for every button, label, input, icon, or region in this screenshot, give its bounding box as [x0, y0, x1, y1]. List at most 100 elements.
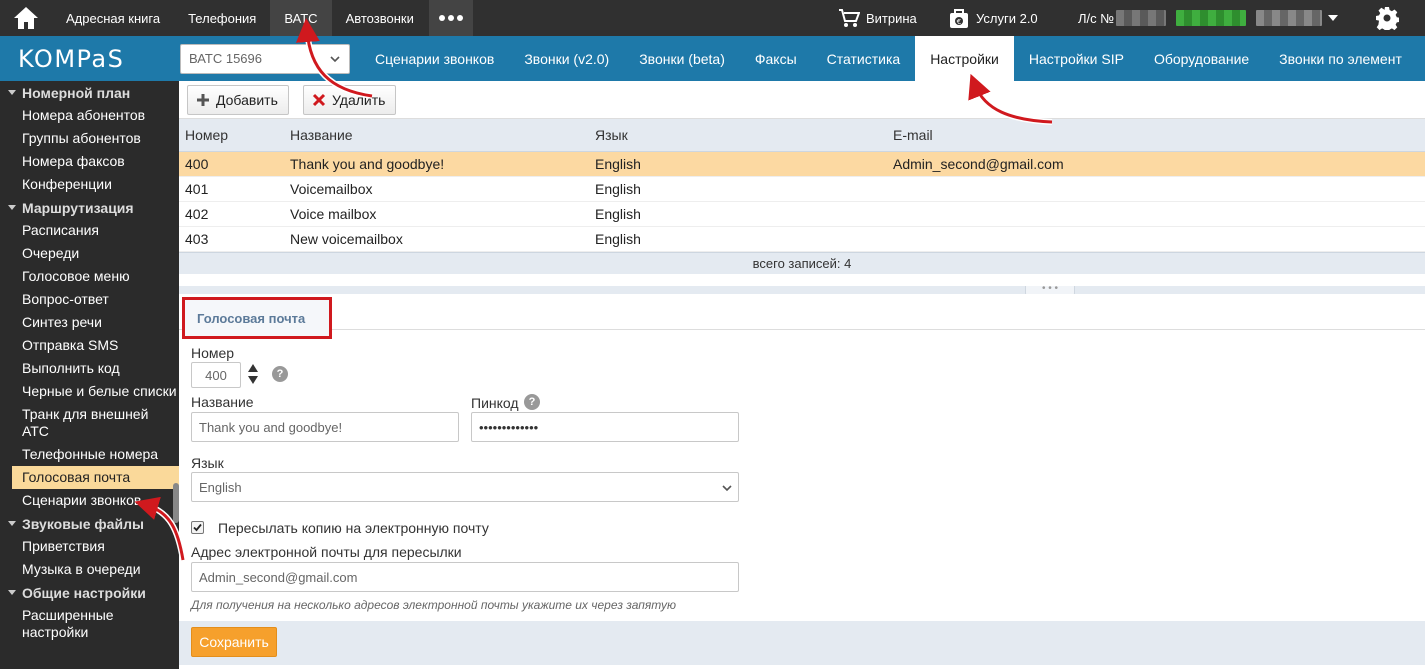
column-header-number[interactable]: Номер: [179, 127, 284, 143]
cell-language: English: [595, 181, 641, 197]
services-label: Услуги 2.0: [976, 10, 1038, 26]
number-input-value: 400: [205, 367, 227, 383]
sidebar-group-label: Номерной план: [22, 84, 131, 101]
name-input-value: Thank you and goodbye!: [199, 419, 343, 435]
delete-button[interactable]: Удалить: [303, 85, 397, 115]
sidebar-group-sound-files[interactable]: Звуковые файлы: [0, 512, 179, 535]
tab-calls-v2[interactable]: Звонки (v2.0): [509, 36, 624, 81]
top-nav-address-book[interactable]: Адресная книга: [52, 0, 174, 36]
sidebar-item-subscriber-numbers[interactable]: Номера абонентов: [0, 104, 179, 127]
form-tabs: Голосовая почта: [179, 294, 1425, 339]
account-label: Л/с №: [1078, 10, 1115, 26]
name-input[interactable]: Thank you and goodbye!: [191, 412, 459, 442]
table-footer: всего записей: 4: [179, 252, 1425, 274]
sidebar-item-greetings[interactable]: Приветствия: [0, 535, 179, 558]
sidebar-item-queue-music[interactable]: Музыка в очереди: [0, 558, 179, 581]
more-dots-icon[interactable]: [428, 0, 473, 36]
pin-label: Пинкод: [471, 395, 519, 411]
number-stepper-icon[interactable]: [247, 363, 259, 385]
cell-number: 402: [185, 206, 209, 222]
delete-button-label: Удалить: [332, 92, 386, 108]
pin-input-value: •••••••••••••: [479, 419, 539, 435]
services-bag-icon: €: [950, 9, 968, 28]
sidebar-group-routing[interactable]: Маршрутизация: [0, 196, 179, 219]
top-nav-vats[interactable]: ВАТС: [270, 0, 332, 36]
top-nav-autocalls[interactable]: Автозвонки: [332, 0, 428, 36]
cell-name: Voice mailbox: [290, 206, 377, 222]
collapse-triangle-icon: [8, 90, 16, 95]
sidebar-item-phone-numbers[interactable]: Телефонные номера: [0, 443, 179, 466]
sidebar-item-fax-numbers[interactable]: Номера факсов: [0, 150, 179, 173]
sidebar-group-general-settings[interactable]: Общие настройки: [0, 581, 179, 604]
cell-language: English: [595, 231, 641, 247]
panel-splitter[interactable]: • • •: [179, 284, 1425, 296]
cell-number: 403: [185, 231, 209, 247]
tab-faxes[interactable]: Факсы: [740, 36, 812, 81]
sidebar-item-question-answer[interactable]: Вопрос-ответ: [0, 288, 179, 311]
tab-equipment[interactable]: Оборудование: [1139, 36, 1264, 81]
top-nav: Адресная книга Телефония ВАТС Автозвонки: [52, 0, 473, 36]
tab-statistics[interactable]: Статистика: [812, 36, 916, 81]
table-row[interactable]: 403 New voicemailbox English: [179, 227, 1425, 252]
add-button[interactable]: Добавить: [187, 85, 289, 115]
sidebar-group-numbering[interactable]: Номерной план: [0, 81, 179, 104]
sidebar-item-call-scenarios[interactable]: Сценарии звонков: [0, 489, 179, 512]
sidebar-item-black-white-lists[interactable]: Черные и белые списки: [0, 380, 179, 403]
sidebar-item-send-sms[interactable]: Отправка SMS: [0, 334, 179, 357]
store-link[interactable]: Витрина: [838, 0, 917, 36]
collapse-triangle-icon: [8, 205, 16, 210]
email-input[interactable]: Admin_second@gmail.com: [191, 562, 739, 592]
tab-sip-settings[interactable]: Настройки SIP: [1014, 36, 1139, 81]
home-icon: [14, 7, 38, 29]
name-label: Название: [191, 394, 254, 410]
home-button[interactable]: [0, 0, 52, 36]
language-select[interactable]: English: [191, 472, 739, 502]
record-count: всего записей: 4: [752, 256, 852, 271]
sidebar-item-subscriber-groups[interactable]: Группы абонентов: [0, 127, 179, 150]
chevron-down-icon: [330, 56, 340, 63]
tab-calls-by-element[interactable]: Звонки по элемент: [1264, 36, 1417, 81]
sidebar-item-external-trunk[interactable]: Транк для внешней АТС: [0, 403, 179, 443]
tab-calls-beta[interactable]: Звонки (beta): [624, 36, 740, 81]
account-selector[interactable]: Л/с №: [1078, 0, 1339, 36]
x-icon: [312, 93, 326, 107]
table-header: Номер Название Язык E-mail: [179, 119, 1425, 152]
sidebar-item-voice-menu[interactable]: Голосовое меню: [0, 265, 179, 288]
top-nav-telephony[interactable]: Телефония: [174, 0, 270, 36]
cell-name: New voicemailbox: [290, 231, 403, 247]
tab-voicemail[interactable]: Голосовая почта: [182, 297, 332, 339]
sidebar-item-conferences[interactable]: Конференции: [0, 173, 179, 196]
email-input-value: Admin_second@gmail.com: [199, 569, 358, 585]
sidebar-item-schedules[interactable]: Расписания: [0, 219, 179, 242]
cell-name: Voicemailbox: [290, 181, 373, 197]
add-button-label: Добавить: [216, 92, 278, 108]
sidebar-item-voicemail[interactable]: Голосовая почта: [12, 466, 179, 489]
column-header-name[interactable]: Название: [284, 127, 589, 143]
table-row[interactable]: 402 Voice mailbox English: [179, 202, 1425, 227]
number-help-icon[interactable]: ?: [272, 366, 288, 382]
store-label: Витрина: [866, 10, 917, 26]
vats-select[interactable]: ВАТС 15696: [180, 44, 350, 74]
services-link[interactable]: € Услуги 2.0: [948, 0, 1038, 36]
cell-number: 401: [185, 181, 209, 197]
sidebar-item-advanced-settings[interactable]: Расширенные настройки: [0, 604, 179, 644]
tab-call-scenarios[interactable]: Сценарии звонков: [360, 36, 509, 81]
table-row[interactable]: 400 Thank you and goodbye! English Admin…: [179, 152, 1425, 177]
gear-icon[interactable]: [1375, 6, 1399, 30]
sidebar-item-speech-synthesis[interactable]: Синтез речи: [0, 311, 179, 334]
pin-help-icon[interactable]: ?: [524, 394, 540, 410]
chevron-down-icon: [1328, 15, 1339, 21]
table-row[interactable]: 401 Voicemailbox English: [179, 177, 1425, 202]
main-content: Добавить Удалить Номер Название Язык E-m…: [179, 81, 1425, 669]
pin-input[interactable]: •••••••••••••: [471, 412, 739, 442]
column-header-language[interactable]: Язык: [589, 127, 887, 143]
column-header-email[interactable]: E-mail: [887, 127, 1425, 143]
forward-checkbox[interactable]: [191, 521, 204, 534]
sidebar-item-execute-code[interactable]: Выполнить код: [0, 357, 179, 380]
number-input[interactable]: 400: [191, 362, 241, 388]
sidebar-item-queues[interactable]: Очереди: [0, 242, 179, 265]
forward-label[interactable]: Пересылать копию на электронную почту: [218, 520, 489, 536]
tab-settings[interactable]: Настройки: [915, 36, 1014, 81]
save-button[interactable]: Сохранить: [191, 627, 277, 657]
language-select-value: English: [199, 479, 242, 495]
